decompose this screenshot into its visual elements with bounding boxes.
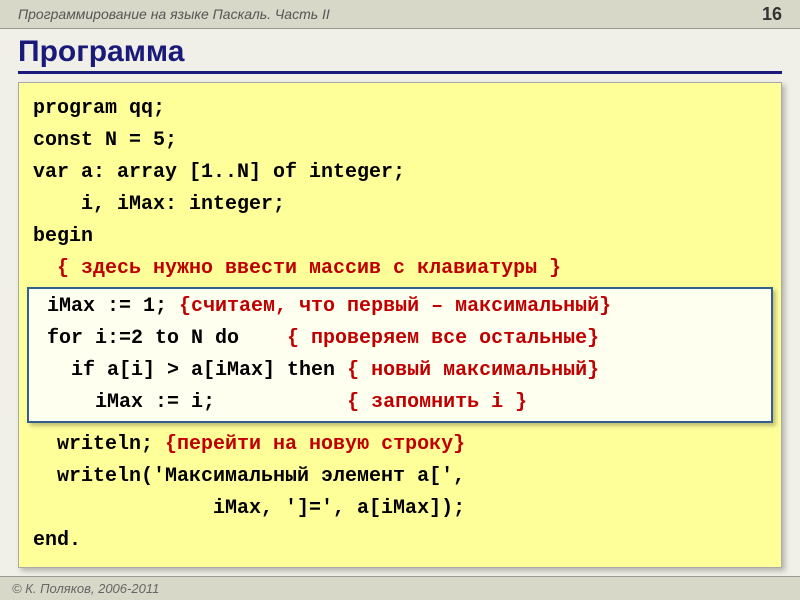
course-title: Программирование на языке Паскаль. Часть… [18,6,330,22]
code-line: iMax := i; [35,391,347,414]
code-line: for i:=2 to N do [35,327,287,350]
code-line: iMax := 1; [35,295,179,318]
code-line: end. [33,529,81,552]
code-comment: {перейти на новую строку} [165,433,465,456]
code-line: begin [33,225,93,248]
code-line: if a[i] > a[iMax] then [35,359,347,382]
code-line: writeln; [33,433,165,456]
code-line: var a: array [1..N] of integer; [33,161,405,184]
code-comment: { запомнить i } [347,391,527,414]
footer: © К. Поляков, 2006-2011 [0,576,800,600]
code-line: iMax, ']=', a[iMax]); [33,497,465,520]
code-comment: { новый максимальный} [347,359,599,382]
code-comment: {считаем, что первый – максимальный} [179,295,611,318]
code-line: program qq; [33,97,165,120]
code-comment: { здесь нужно ввести массив с клавиатуры… [33,257,561,280]
code-line: const N = 5; [33,129,177,152]
code-comment: { проверяем все остальные} [287,327,599,350]
page-number: 16 [762,4,782,25]
code-line: writeln('Максимальный элемент a[', [33,465,465,488]
slide-title: Программа [18,35,782,74]
code-line: i, iMax: integer; [33,193,285,216]
header-bar: Программирование на языке Паскаль. Часть… [0,0,800,29]
code-block: program qq; const N = 5; var a: array [1… [18,82,782,568]
highlight-box: iMax := 1; {считаем, что первый – максим… [27,287,773,423]
